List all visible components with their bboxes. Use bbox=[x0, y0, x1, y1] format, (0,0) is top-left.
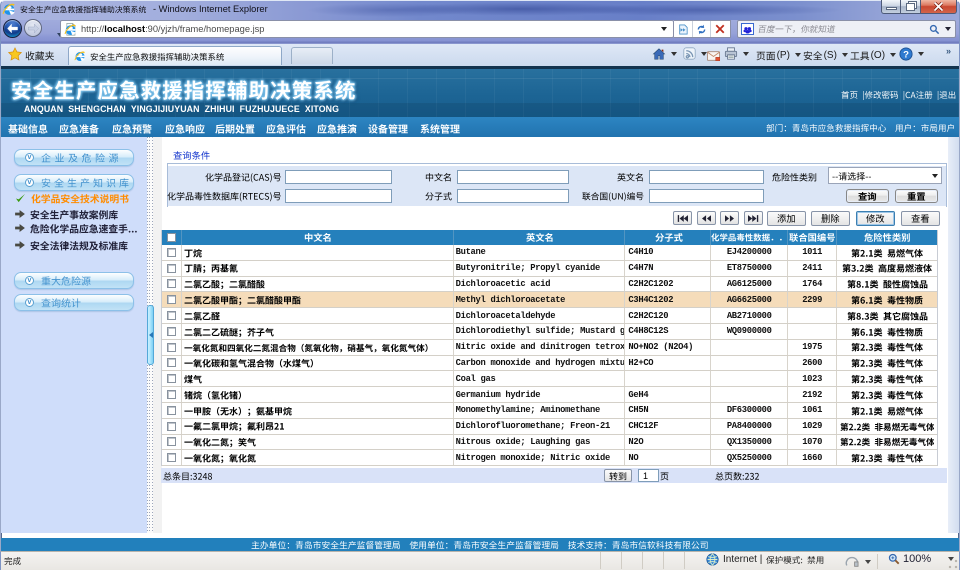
svg-text:?: ? bbox=[903, 50, 909, 61]
